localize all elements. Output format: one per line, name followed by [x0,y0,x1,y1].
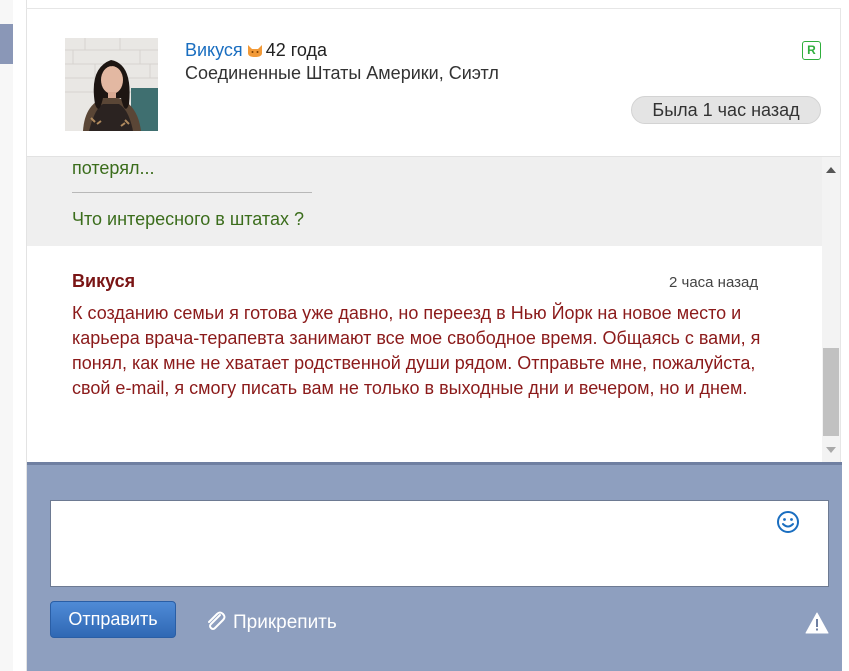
paperclip-icon [208,611,226,630]
message-author: Викуся [72,271,136,291]
quote-divider [72,192,312,193]
r-badge[interactable]: R [802,41,821,60]
cat-icon [247,45,262,57]
profile-age: 42 года [265,40,328,60]
message-timestamp: 2 часа назад [669,274,759,291]
message-composer: Отправить Прикрепить [27,462,842,671]
profile-location: Соединенные Штаты Америки, Сиэтл [185,63,499,83]
avatar[interactable] [65,38,158,131]
avatar-photo [65,38,158,131]
attach-button[interactable]: Прикрепить [205,611,337,634]
previous-message-quote: потерял... [72,158,155,178]
chat-scrollbar[interactable] [822,157,840,462]
scroll-down-arrow-icon[interactable] [826,447,836,453]
profile-name-link[interactable]: Викуся [185,40,243,60]
message-input[interactable] [50,500,829,587]
previous-message: потерял... Что интересного в штатах ? [27,157,822,246]
smile-icon[interactable] [776,510,800,534]
previous-message-text: Что интересного в штатах ? [72,209,304,229]
profile-header: Викуся 42 года Соединенные Штаты Америки,… [27,9,840,157]
left-side-tab[interactable] [0,24,13,64]
scroll-up-arrow-icon[interactable] [826,167,836,173]
attach-label: Прикрепить [233,612,337,633]
left-edge-strip [0,0,13,671]
scrollbar-thumb[interactable] [823,348,839,436]
chat-history: потерял... Что интересного в штатах ? Ви… [27,157,822,462]
send-button[interactable]: Отправить [50,601,176,638]
online-status-badge: Была 1 час назад [631,96,821,124]
warning-icon[interactable] [805,612,829,634]
profile-name-row: Викуся 42 года [185,40,327,61]
message-text: К созданию семьи я готова уже давно, но … [72,303,761,398]
